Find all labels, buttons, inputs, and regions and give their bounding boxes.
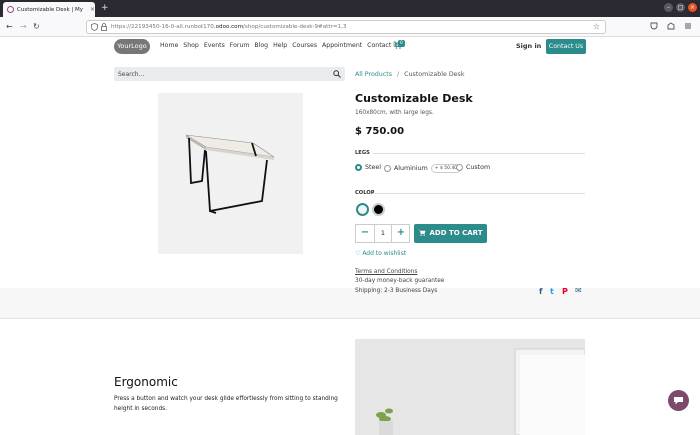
live-chat-button[interactable] [668,390,689,411]
guarantee-text: 30-day money-back guarantee [355,278,445,284]
main-menu: Home Shop Events Forum Blog Help Courses… [160,42,400,49]
quantity-input[interactable]: 1 [374,225,392,242]
sign-in-link[interactable]: Sign in [516,42,541,50]
reload-button[interactable]: ↻ [33,21,40,33]
menu-item-shop[interactable]: Shop [183,42,199,49]
menu-item-courses[interactable]: Courses [292,42,317,49]
menu-item-forum[interactable]: Forum [230,42,250,49]
bookmark-star-icon[interactable]: ☆ [593,22,600,31]
product-search [114,67,345,81]
browser-tab[interactable]: Customizable Desk | My × [3,2,95,17]
menu-item-appointment[interactable]: Appointment [322,42,362,49]
qty-minus-button[interactable]: − [356,225,374,242]
quantity-stepper: − 1 + [355,224,410,243]
color-swatch-black[interactable] [372,203,385,216]
forward-button[interactable]: → [20,21,27,33]
browser-nav-bar: ← → ↻ https://22193450-16-0-all.runbot17… [0,17,700,37]
color-label: COLOR [355,190,375,196]
cart-icon [418,229,426,236]
back-button[interactable]: ← [6,21,13,33]
pinterest-icon[interactable]: P [562,287,568,296]
office-photo [355,339,585,435]
contact-us-button[interactable]: Contact Us [546,39,586,54]
menu-item-blog[interactable]: Blog [254,42,268,49]
breadcrumb-current: Customizable Desk [404,71,465,78]
shipping-text: Shipping: 2-3 Business Days [355,288,438,294]
site-header: YourLogo Home Shop Events Forum Blog Hel… [0,37,700,57]
facebook-icon[interactable]: f [539,287,542,296]
add-to-wishlist-link[interactable]: ♡ Add to wishlist [355,250,406,257]
extensions-icon[interactable] [667,22,675,30]
cart-count-badge: 0 [398,40,405,47]
section-title: Ergonomic [114,375,178,389]
tab-close-icon[interactable]: × [90,6,95,13]
menu-item-help[interactable]: Help [273,42,287,49]
color-divider [373,193,585,194]
product-image[interactable] [158,93,303,254]
breadcrumb-separator: / [397,71,400,78]
twitter-icon[interactable]: t [550,287,554,296]
close-window-button[interactable]: × [688,3,697,12]
minimize-button[interactable]: – [664,3,673,12]
product-price: $ 750.00 [355,126,405,137]
pocket-icon[interactable] [650,22,658,30]
window-controls: – □ × [664,3,697,12]
search-icon[interactable] [333,70,341,78]
lower-section [0,319,700,435]
section-text: Press a button and watch your desk glide… [114,396,338,412]
browser-tab-bar: Customizable Desk | My × + – □ × [0,0,700,17]
add-to-cart-label: ADD TO CART [429,229,483,237]
breadcrumb-all-products[interactable]: All Products [355,71,392,78]
section-divider-band [0,288,700,318]
qty-plus-button[interactable]: + [392,225,410,242]
legs-option-label: Custom [466,164,491,171]
lock-icon [101,23,107,31]
wishlist-label: Add to wishlist [362,250,407,257]
site-logo[interactable]: YourLogo [114,39,150,54]
chat-icon [674,397,683,405]
menu-item-events[interactable]: Events [204,42,225,49]
search-input[interactable] [114,67,324,81]
legs-label: LEGS [355,150,370,156]
legs-option-steel[interactable]: Steel [355,164,381,171]
email-icon[interactable]: ✉ [575,286,582,295]
radio-icon[interactable] [456,164,463,171]
product-description: 160x80cm, with large legs. [355,110,434,116]
radio-selected-icon[interactable] [355,164,362,171]
desk-image [185,134,275,214]
legs-option-label: Steel [365,164,381,171]
menu-hamburger-icon[interactable] [684,22,692,30]
odoo-favicon-icon [7,6,14,13]
legs-option-label: Aluminium [394,165,428,172]
radio-icon[interactable] [384,165,391,172]
new-tab-button[interactable]: + [101,2,109,15]
legs-divider [373,153,585,154]
maximize-button[interactable]: □ [676,3,685,12]
heart-icon: ♡ [355,250,361,257]
url-text: https://22193450-16-0-all.runbot170.odoo… [111,24,347,30]
breadcrumb: All Products / Customizable Desk [355,71,464,78]
product-title: Customizable Desk [355,92,473,105]
shield-icon [91,23,98,31]
menu-item-home[interactable]: Home [160,42,178,49]
legs-option-aluminium[interactable]: Aluminium + $ 50.40 [384,164,462,173]
tab-title: Customizable Desk | My [17,6,84,13]
ergonomic-image [355,339,585,435]
terms-link[interactable]: Terms and Conditions [355,269,417,275]
color-swatch-white[interactable] [356,203,369,216]
legs-option-custom[interactable]: Custom [456,164,490,171]
url-bar[interactable]: https://22193450-16-0-all.runbot170.odoo… [86,20,606,34]
add-to-cart-button[interactable]: ADD TO CART [414,224,487,243]
